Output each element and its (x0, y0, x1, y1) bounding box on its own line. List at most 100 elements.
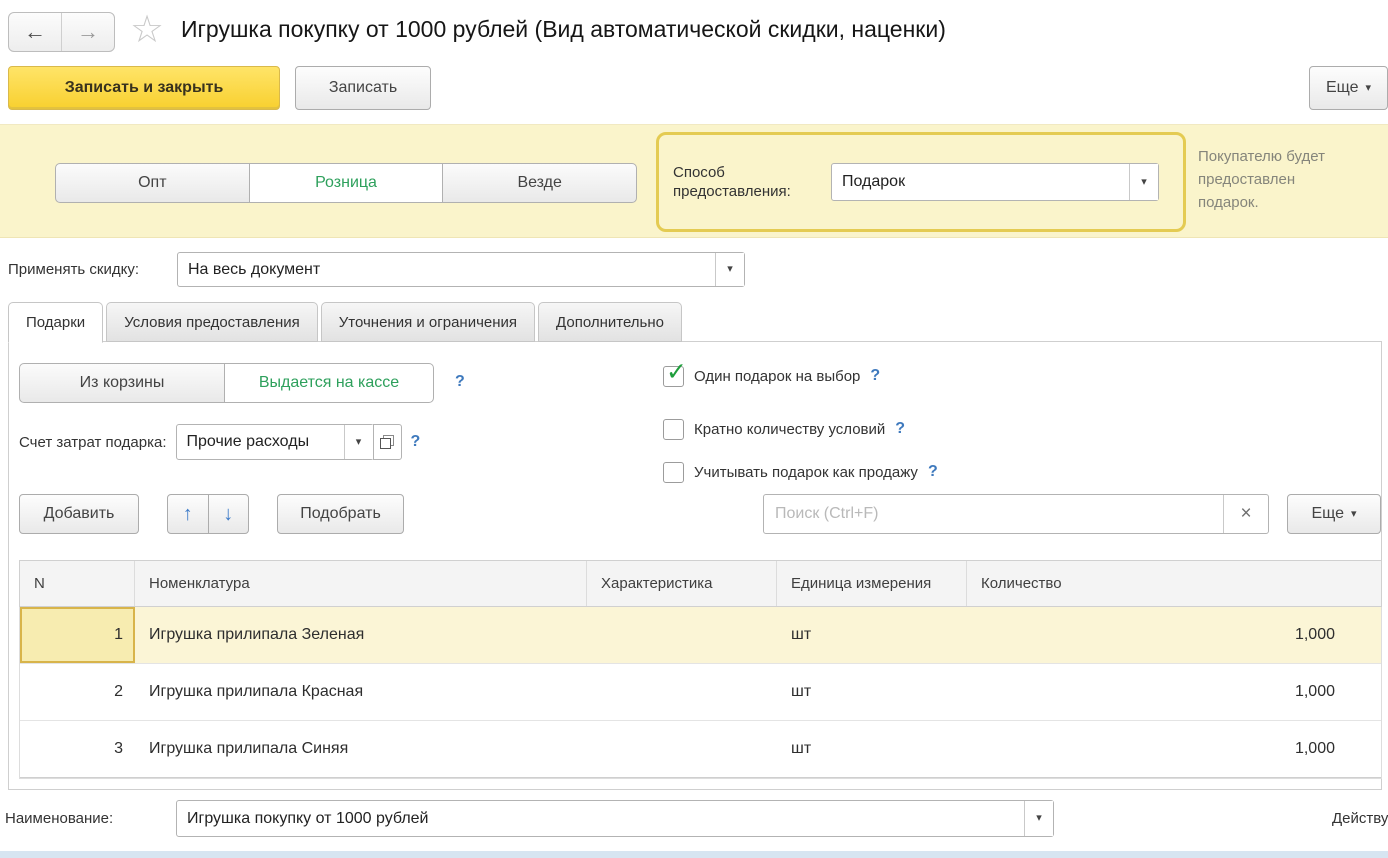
checkbox-row-count-gift-as-sale[interactable]: Учитывать подарок как продажу ? (663, 461, 938, 483)
cell-nomenclature[interactable]: Игрушка прилипала Красная (135, 664, 587, 720)
save-and-close-button[interactable]: Записать и закрыть (8, 66, 280, 110)
cell-n[interactable]: 2 (20, 664, 135, 720)
segment-vezde[interactable]: Везде (442, 163, 637, 203)
checkbox-multiple-of-conditions[interactable] (663, 419, 684, 440)
cell-n[interactable]: 3 (20, 721, 135, 777)
chevron-down-icon: ▾ (727, 264, 733, 275)
clear-icon: × (1240, 503, 1251, 524)
name-field-label: Наименование: (5, 810, 113, 827)
tab-podarki[interactable]: Подарки (8, 302, 103, 343)
open-icon (380, 435, 394, 449)
save-button[interactable]: Записать (295, 66, 431, 110)
segment-opt[interactable]: Опт (55, 163, 250, 203)
provision-info-text: Покупателю будет предоставлен подарок. (1198, 145, 1388, 214)
apply-discount-select[interactable]: На весь документ ▾ (177, 252, 745, 287)
move-row-button-group: ↑ ↓ (167, 494, 249, 534)
gifts-table: N Номенклатура Характеристика Единица из… (19, 560, 1382, 779)
provision-method-label: Способ предоставления: (673, 163, 821, 201)
back-button[interactable]: ← (9, 13, 61, 51)
checkbox-count-gift-as-sale-help-icon[interactable]: ? (928, 463, 938, 481)
gifts-tab-panel: Из корзины Выдается на кассе ? ✓ Один по… (8, 341, 1382, 790)
cell-quantity[interactable]: 1,000 (967, 664, 1381, 720)
bottom-divider (0, 851, 1388, 858)
column-header-nomenclature[interactable]: Номенклатура (135, 561, 587, 606)
cell-unit[interactable]: шт (777, 607, 967, 663)
cell-characteristic[interactable] (587, 607, 777, 663)
cell-unit[interactable]: шт (777, 721, 967, 777)
gift-source-help-icon[interactable]: ? (455, 373, 465, 391)
more-button-table[interactable]: Еще ▾ (1287, 494, 1381, 534)
cell-n[interactable]: 1 (20, 607, 135, 663)
favorite-star-icon[interactable]: ☆ (130, 8, 164, 52)
cell-unit[interactable]: шт (777, 664, 967, 720)
provision-method-dropdown-button[interactable]: ▾ (1129, 164, 1158, 200)
table-body: 1 Игрушка прилипала Зеленая шт 1,000 2 И… (19, 607, 1382, 779)
segment-vydaetsya-na-kasse[interactable]: Выдается на кассе (224, 363, 434, 403)
more-button-label: Еще (1311, 505, 1344, 523)
clear-search-button[interactable]: × (1223, 495, 1268, 533)
gift-source-segmented-control: Из корзины Выдается на кассе (19, 363, 434, 403)
down-arrow-icon: ↓ (223, 503, 233, 526)
up-arrow-icon: ↑ (183, 503, 193, 526)
apply-discount-dropdown-button[interactable]: ▾ (715, 253, 744, 286)
apply-discount-label: Применять скидку: (8, 261, 139, 278)
pick-items-button[interactable]: Подобрать (277, 494, 404, 534)
history-nav-group: ← → (8, 12, 115, 52)
checkbox-one-gift[interactable]: ✓ (663, 366, 684, 387)
cost-account-label: Счет затрат подарка: (19, 434, 167, 451)
validity-label: Действует (1332, 810, 1388, 827)
checkbox-row-multiple-of-conditions[interactable]: Кратно количеству условий ? (663, 418, 905, 440)
forward-button[interactable]: → (61, 13, 114, 51)
cell-characteristic[interactable] (587, 664, 777, 720)
move-down-button[interactable]: ↓ (208, 494, 250, 534)
table-row[interactable]: 1 Игрушка прилипала Зеленая шт 1,000 (20, 607, 1381, 664)
scope-panel: Опт Розница Везде Способ предоставления:… (0, 124, 1388, 238)
table-row[interactable]: 3 Игрушка прилипала Синяя шт 1,000 (20, 721, 1381, 778)
column-header-characteristic[interactable]: Характеристика (587, 561, 777, 606)
cell-quantity[interactable]: 1,000 (967, 721, 1381, 777)
checkbox-multiple-of-conditions-label: Кратно количеству условий (694, 421, 885, 438)
checkbox-one-gift-label: Один подарок на выбор (694, 368, 860, 385)
cell-characteristic[interactable] (587, 721, 777, 777)
cost-account-dropdown-button[interactable]: ▾ (344, 425, 373, 459)
forward-arrow-icon: → (77, 19, 99, 45)
tab-bar: Подарки Условия предоставления Уточнения… (8, 301, 685, 342)
segment-roznitsa[interactable]: Розница (249, 163, 444, 203)
tab-utochneniya-i-ogranicheniya[interactable]: Уточнения и ограничения (321, 302, 535, 342)
back-arrow-icon: ← (24, 19, 46, 45)
table-row[interactable]: 2 Игрушка прилипала Красная шт 1,000 (20, 664, 1381, 721)
column-header-quantity[interactable]: Количество (967, 561, 1381, 606)
cell-nomenclature[interactable]: Игрушка прилипала Зеленая (135, 607, 587, 663)
scope-segmented-control: Опт Розница Везде (55, 163, 637, 203)
tab-dopolnitelno[interactable]: Дополнительно (538, 302, 682, 342)
search-input[interactable] (764, 495, 1223, 533)
cost-account-help-icon[interactable]: ? (411, 433, 421, 451)
checkbox-row-one-gift[interactable]: ✓ Один подарок на выбор ? (663, 365, 880, 387)
add-row-button[interactable]: Добавить (19, 494, 139, 534)
cell-quantity[interactable]: 1,000 (967, 607, 1381, 663)
more-button-top[interactable]: Еще ▾ (1309, 66, 1388, 110)
provision-info-line: Покупателю будет (1198, 145, 1388, 168)
chevron-down-icon: ▾ (356, 437, 362, 448)
segment-iz-korziny[interactable]: Из корзины (19, 363, 225, 403)
checkbox-count-gift-as-sale-label: Учитывать подарок как продажу (694, 464, 918, 481)
checkbox-count-gift-as-sale[interactable] (663, 462, 684, 483)
cost-account-select[interactable]: Прочие расходы ▾ (176, 424, 374, 460)
column-header-unit[interactable]: Единица измерения (777, 561, 967, 606)
cell-nomenclature[interactable]: Игрушка прилипала Синяя (135, 721, 587, 777)
name-field-group: ▾ (176, 800, 1054, 837)
column-header-n[interactable]: N (20, 561, 135, 606)
cost-account-row: Счет затрат подарка: Прочие расходы ▾ ? (19, 424, 420, 460)
chevron-down-icon: ▾ (1036, 813, 1042, 824)
cost-account-open-button[interactable] (373, 424, 402, 460)
checkmark-icon: ✓ (666, 360, 687, 385)
name-input[interactable] (177, 801, 1024, 836)
name-dropdown-button[interactable]: ▾ (1024, 801, 1053, 836)
move-up-button[interactable]: ↑ (167, 494, 209, 534)
apply-discount-value: На весь документ (178, 253, 715, 286)
tab-usloviya-predostavleniya[interactable]: Условия предоставления (106, 302, 318, 342)
search-field-group: × (763, 494, 1269, 534)
checkbox-multiple-of-conditions-help-icon[interactable]: ? (895, 420, 905, 438)
checkbox-one-gift-help-icon[interactable]: ? (870, 367, 880, 385)
provision-method-select[interactable]: Подарок ▾ (831, 163, 1159, 201)
